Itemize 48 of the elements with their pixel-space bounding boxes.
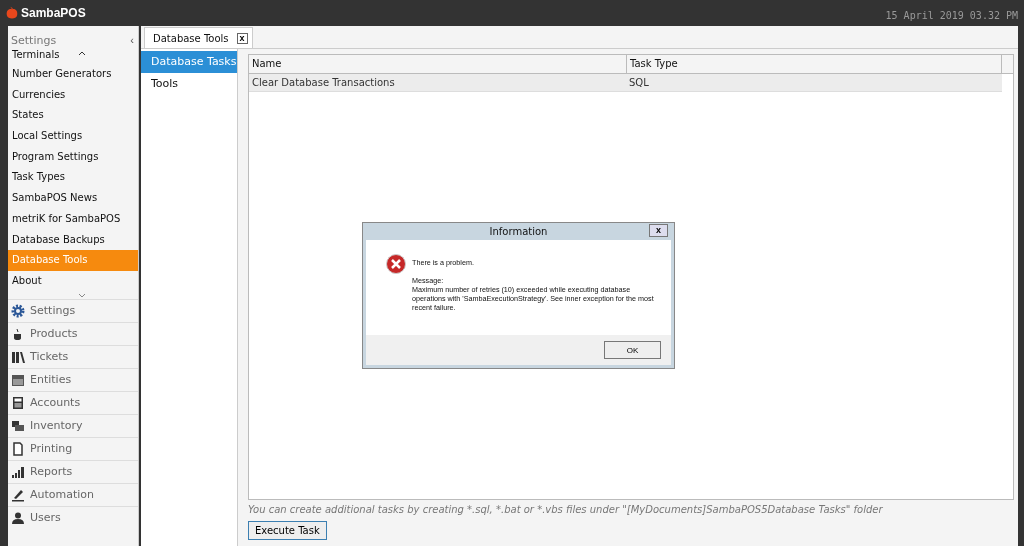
hint-text: You can create additional tasks by creating *.sql, *.bat or *.vbs files under "[MyDocuments]SambaPOS5Database Tasks" folder	[248, 504, 884, 515]
nav-item[interactable]: Users	[8, 505, 138, 529]
nav-item[interactable]: Settings	[8, 298, 138, 322]
nav-item[interactable]: Automation	[8, 482, 138, 506]
menu-item[interactable]: Terminals	[8, 50, 138, 64]
ok-button[interactable]: OK	[604, 341, 661, 359]
user-icon	[11, 510, 25, 525]
scroll-down-icon[interactable]	[78, 292, 86, 298]
execute-task-button[interactable]: Execute Task	[248, 521, 327, 540]
menu-item[interactable]: States	[8, 105, 138, 127]
nav-item[interactable]: Inventory	[8, 413, 138, 437]
sidebar-title: Settings	[11, 33, 57, 47]
scroll-up-icon[interactable]	[78, 51, 86, 56]
nav-item[interactable]: Entities	[8, 367, 138, 391]
menu-item[interactable]: Local Settings	[8, 126, 138, 147]
collapse-button[interactable]: ‹	[130, 34, 134, 46]
pen-icon	[11, 487, 25, 502]
gear-icon	[11, 303, 25, 318]
column-header[interactable]: Name	[249, 55, 627, 73]
nav-item[interactable]: Products	[8, 321, 138, 345]
close-tab-button[interactable]: x	[236, 32, 248, 44]
books-icon	[11, 349, 25, 364]
table-row[interactable]: Clear Database Transactions SQL	[249, 74, 1002, 92]
bar-chart-icon	[11, 464, 25, 479]
error-icon	[386, 254, 406, 274]
document-icon	[11, 441, 25, 456]
menu-item[interactable]: About	[8, 270, 138, 292]
menu-item[interactable]: Task Types	[8, 167, 138, 189]
app-title: SambaPOS	[21, 6, 86, 20]
document-tab[interactable]: Database Tools x	[144, 27, 253, 48]
fruit-logo-icon	[6, 5, 18, 21]
menu-item[interactable]: Currencies	[8, 84, 138, 106]
menu-item[interactable]: SambaPOS News	[8, 188, 138, 209]
date-time: 15 April 2019 03.32 PM	[885, 8, 1018, 21]
nav-item[interactable]: Reports	[8, 459, 138, 483]
menu-item[interactable]: Database Backups	[8, 229, 138, 251]
close-button[interactable]: x	[649, 224, 668, 237]
nav-item[interactable]: Printing	[8, 436, 138, 460]
boxes-icon	[11, 418, 25, 433]
menu-item[interactable]: Number Generators	[8, 64, 138, 85]
column-header[interactable]: Task Type	[627, 55, 1002, 73]
nav-item[interactable]: Tickets	[8, 344, 138, 368]
nav-item[interactable]: Accounts	[8, 390, 138, 414]
menu-item[interactable]: metriK for SambaPOS	[8, 208, 138, 230]
section-tab[interactable]: Database Tasks	[141, 51, 237, 73]
menu-item[interactable]: Program Settings	[8, 146, 138, 168]
dialog-title: Information	[489, 226, 548, 237]
section-tab[interactable]: Tools	[141, 73, 237, 95]
